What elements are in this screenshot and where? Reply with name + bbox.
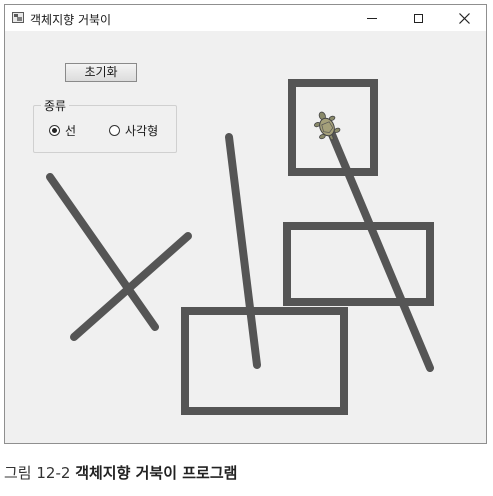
line-radio-label: 선 bbox=[65, 123, 77, 138]
shape-type-group-label: 종류 bbox=[41, 97, 70, 114]
reset-button[interactable]: 초기화 bbox=[65, 63, 137, 82]
rectangle-radio[interactable]: 사각형 bbox=[109, 122, 158, 138]
line-radio[interactable]: 선 bbox=[49, 122, 76, 138]
minimize-button[interactable] bbox=[349, 5, 395, 31]
drawn-rect-3 bbox=[181, 307, 348, 415]
rectangle-radio-label: 사각형 bbox=[125, 123, 159, 138]
drawing-surface[interactable] bbox=[5, 31, 486, 443]
maximize-icon bbox=[413, 13, 423, 23]
drawn-line-1 bbox=[46, 173, 159, 331]
maximize-button[interactable] bbox=[395, 5, 441, 31]
figure-number: 그림 12-2 bbox=[4, 464, 71, 482]
app-icon bbox=[12, 12, 24, 23]
line-radio-circle[interactable] bbox=[49, 124, 60, 136]
figure-caption: 그림 12-2 객체지향 거북이 프로그램 bbox=[4, 462, 237, 483]
window-title: 객체지향 거북이 bbox=[30, 13, 112, 27]
app-window: 객체지향 거북이 초기화 종류 선 사각형 bbox=[4, 4, 487, 444]
drawn-rect-2 bbox=[283, 222, 434, 306]
close-icon bbox=[458, 12, 470, 24]
drawn-line-3 bbox=[225, 133, 261, 369]
rectangle-radio-circle[interactable] bbox=[109, 124, 120, 136]
minimize-icon bbox=[367, 17, 377, 19]
drawing-canvas[interactable]: 초기화 종류 선 사각형 bbox=[5, 31, 486, 443]
figure-title: 객체지향 거북이 프로그램 bbox=[75, 464, 238, 482]
close-button[interactable] bbox=[441, 5, 487, 31]
title-bar[interactable]: 객체지향 거북이 bbox=[5, 5, 486, 31]
drawn-line-2 bbox=[70, 232, 192, 341]
